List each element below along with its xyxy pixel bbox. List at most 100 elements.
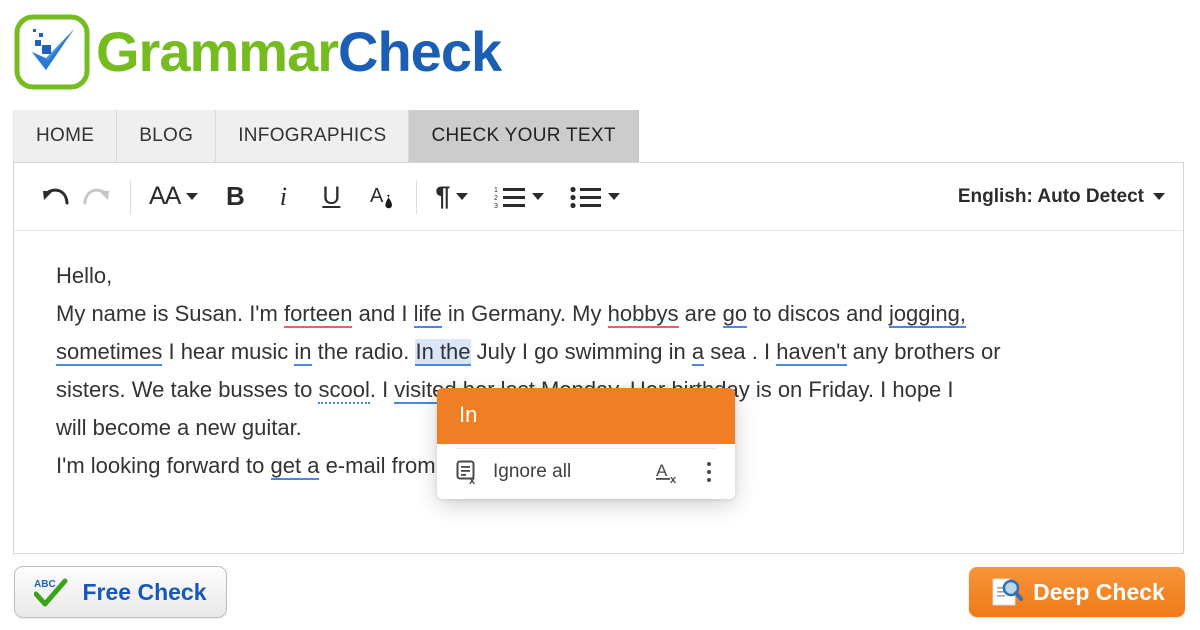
kebab-dot — [707, 462, 711, 466]
italic-label: i — [279, 181, 287, 211]
free-check-button[interactable]: ABC Free Check — [14, 566, 227, 618]
doc-text: My name is Susan. I'm — [56, 301, 284, 326]
editor-toolbar: AA B i U A ¶ 1 2 3 English: Auto Detect — [14, 163, 1183, 231]
font-size-button[interactable]: AA — [143, 175, 204, 219]
site-logo[interactable]: GrammarCheck — [14, 8, 502, 96]
abc-check-icon: ABC — [34, 578, 68, 607]
doc-line-1: Hello, — [56, 257, 1143, 295]
text-color-icon: A — [370, 185, 393, 208]
doc-line-3: sometimes I hear music in the radio. In … — [56, 333, 1143, 371]
error-get-a[interactable]: get a — [270, 453, 320, 480]
page-root: GrammarCheck HOME BLOG INFOGRAPHICS CHEC… — [0, 0, 1200, 630]
numbered-list-icon: 1 2 3 — [494, 187, 526, 210]
doc-text: to discos and — [747, 301, 889, 326]
deep-check-label: Deep Check — [1033, 578, 1165, 605]
kebab-dot — [707, 470, 711, 474]
error-sometimes[interactable]: sometimes — [56, 339, 163, 366]
suggestion-popup: In x Ignore all A x — [437, 388, 735, 499]
chevron-down-icon — [456, 193, 469, 200]
paragraph-label: ¶ — [435, 181, 451, 211]
error-jogging[interactable]: jogging, — [888, 301, 967, 328]
nav-item-check-your-text[interactable]: CHECK YOUR TEXT — [409, 110, 639, 162]
kebab-dot — [707, 478, 711, 482]
error-scool[interactable]: scool — [318, 377, 370, 404]
chevron-down-icon — [1153, 193, 1165, 200]
svg-text:2: 2 — [494, 195, 498, 202]
italic-button[interactable]: i — [266, 175, 300, 219]
chevron-down-icon — [608, 193, 621, 200]
popup-action-icons: A x — [655, 459, 717, 485]
more-options-button[interactable] — [701, 459, 717, 485]
doc-text: the radio. — [311, 339, 416, 364]
popup-actions: x Ignore all A x — [437, 451, 735, 489]
svg-text:1: 1 — [494, 187, 498, 194]
doc-text: July I go swimming in — [470, 339, 692, 364]
ignore-all-button[interactable]: x Ignore all — [455, 459, 571, 485]
error-go[interactable]: go — [722, 301, 748, 328]
svg-text:ABC: ABC — [34, 579, 56, 590]
svg-text:x: x — [670, 474, 677, 485]
doc-text: . I — [369, 377, 395, 402]
logo-word-check: Check — [338, 20, 502, 83]
undo-button[interactable] — [34, 175, 76, 219]
main-navigation: HOME BLOG INFOGRAPHICS CHECK YOUR TEXT — [13, 110, 639, 162]
error-in[interactable]: in — [294, 339, 312, 366]
paragraph-button[interactable]: ¶ — [429, 175, 474, 219]
language-label: English: Auto Detect — [957, 185, 1144, 207]
redo-button[interactable] — [76, 175, 118, 219]
bold-label: B — [225, 181, 245, 211]
doc-text: sea . I — [704, 339, 777, 364]
doc-line-2: My name is Susan. I'm forteen and I life… — [56, 295, 1143, 333]
logo-word-grammar: Grammar — [96, 20, 339, 83]
ignore-all-label: Ignore all — [493, 461, 572, 482]
redo-icon — [83, 188, 109, 204]
numbered-list-button[interactable]: 1 2 3 — [488, 175, 550, 219]
toolbar-divider-1 — [130, 179, 131, 214]
nav-item-infographics[interactable]: INFOGRAPHICS — [216, 110, 410, 162]
free-check-label: Free Check — [82, 578, 207, 605]
chevron-down-icon — [532, 193, 545, 200]
document-magnifier-icon — [992, 578, 1024, 606]
nav-item-home[interactable]: HOME — [13, 110, 118, 162]
svg-text:A: A — [370, 185, 384, 207]
doc-text: in Germany. My — [441, 301, 608, 326]
error-life[interactable]: life — [413, 301, 442, 328]
popup-divider — [455, 448, 717, 449]
error-forteen[interactable]: forteen — [283, 301, 353, 328]
checkmark-badge-icon — [14, 14, 90, 90]
underline-button[interactable]: U — [314, 175, 348, 219]
svg-text:x: x — [469, 475, 476, 485]
error-a[interactable]: a — [691, 339, 705, 366]
bold-button[interactable]: B — [218, 175, 252, 219]
clear-formatting-button[interactable]: A x — [655, 459, 681, 485]
nav-item-blog[interactable]: BLOG — [117, 110, 217, 162]
doc-text: and I — [352, 301, 414, 326]
doc-text: any brothers or — [846, 339, 1001, 364]
suggestion-popup-body: x Ignore all A x — [437, 444, 735, 499]
undo-icon — [43, 188, 69, 204]
doc-text: are — [678, 301, 723, 326]
doc-text: I hear music — [162, 339, 295, 364]
svg-text:3: 3 — [494, 203, 498, 210]
language-selector[interactable]: English: Auto Detect — [958, 186, 1165, 208]
chevron-down-icon — [186, 193, 199, 200]
error-hobbys[interactable]: hobbys — [607, 301, 679, 328]
font-size-label: AA — [149, 182, 181, 210]
error-havent[interactable]: haven't — [776, 339, 847, 366]
doc-text: Hello, — [56, 263, 113, 288]
bulleted-list-button[interactable] — [564, 175, 626, 219]
bulleted-list-icon — [570, 186, 602, 208]
logo-wordmark: GrammarCheck — [96, 24, 502, 80]
svg-text:A: A — [656, 461, 668, 480]
toolbar-divider-2 — [416, 179, 418, 214]
doc-text: sisters. We take busses to — [56, 377, 319, 402]
doc-text: I'm looking forward to — [56, 453, 271, 478]
suggestion-item[interactable]: In — [437, 388, 735, 444]
underline-label: U — [322, 182, 341, 210]
text-color-button[interactable]: A — [362, 175, 404, 219]
deep-check-button[interactable]: Deep Check — [969, 567, 1185, 617]
doc-text: will become a new guitar. — [56, 415, 302, 440]
ignore-all-icon: x — [456, 460, 476, 485]
clear-formatting-icon: A x — [656, 461, 677, 485]
error-in-the-selected[interactable]: In the — [415, 339, 471, 366]
